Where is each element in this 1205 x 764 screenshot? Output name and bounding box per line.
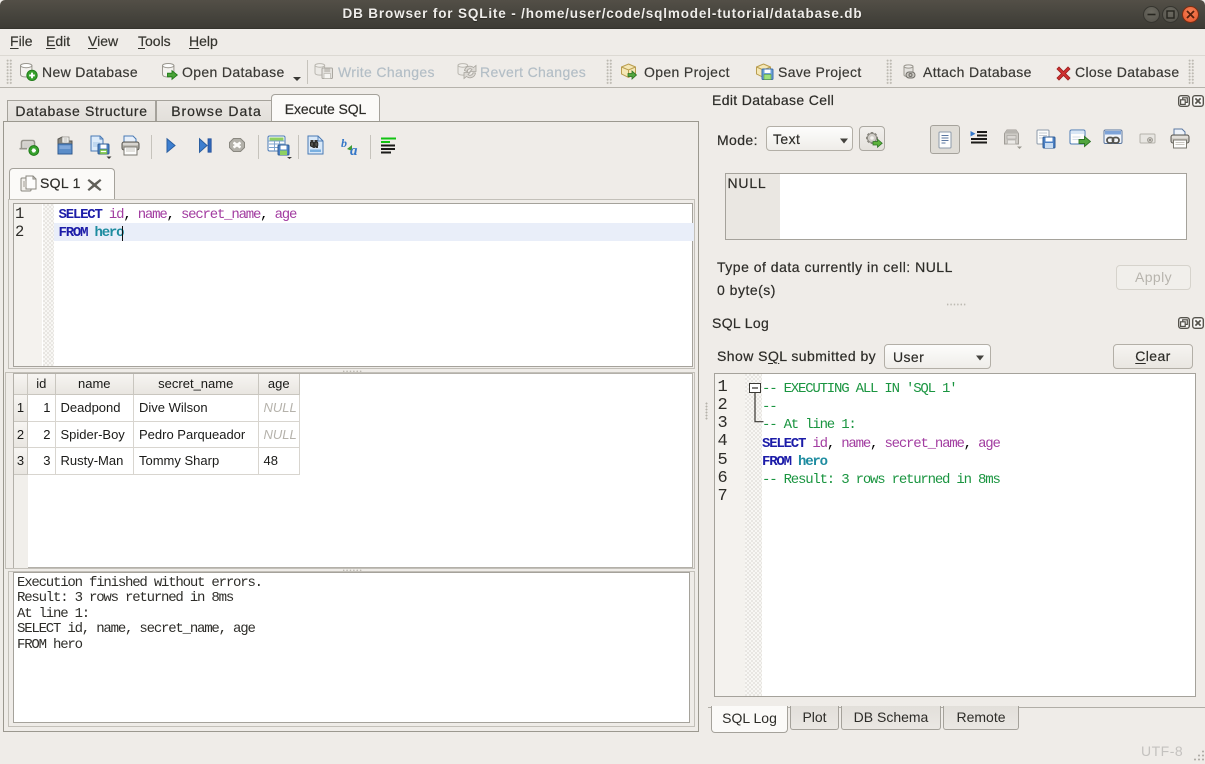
svg-text:b: b xyxy=(341,136,347,150)
svg-text:a: a xyxy=(350,143,358,157)
